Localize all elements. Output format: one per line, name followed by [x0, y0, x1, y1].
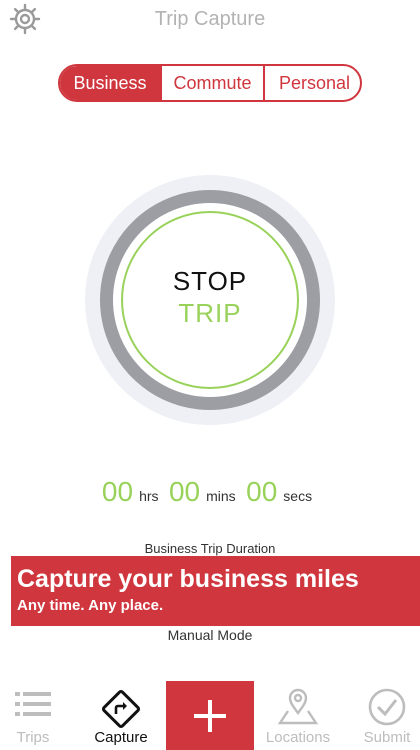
trip-type-segmented-control: Business Commute Personal — [58, 64, 362, 102]
segment-personal[interactable]: Personal — [263, 66, 360, 100]
duration-label: Business Trip Duration — [144, 541, 276, 556]
stop-label: STOP — [172, 266, 248, 296]
stop-trip-button[interactable]: STOP TRIP — [121, 211, 299, 389]
tab-submit[interactable]: Submit — [354, 681, 420, 750]
manual-mode-link[interactable]: Manual Mode — [0, 627, 420, 643]
map-pin-icon — [277, 688, 319, 725]
navigation-diamond-icon — [101, 689, 141, 729]
add-trip-button[interactable] — [166, 681, 254, 750]
trip-timer: 00 hrs 00 mins 00 secs — [0, 476, 420, 508]
tab-submit-label: Submit — [363, 729, 411, 746]
tab-trips-label: Trips — [16, 729, 50, 746]
tab-capture-label: Capture — [94, 729, 148, 746]
trip-label: TRIP — [178, 298, 242, 328]
minutes-unit: mins — [206, 488, 236, 504]
hours-unit: hrs — [139, 488, 159, 504]
tab-locations-label: Locations — [265, 729, 331, 746]
segment-commute[interactable]: Commute — [160, 66, 263, 100]
list-icon — [15, 692, 51, 716]
hours-value: 00 — [101, 476, 134, 507]
banner-subtitle: Any time. Any place. — [17, 597, 164, 614]
tab-capture[interactable]: Capture — [82, 681, 160, 750]
banner-title: Capture your business miles — [17, 565, 359, 593]
seconds-value: 00 — [246, 476, 278, 507]
checkmark-circle-icon — [368, 688, 406, 726]
seconds-unit: secs — [283, 488, 313, 504]
plus-icon — [194, 700, 226, 732]
minutes-value: 00 — [168, 476, 201, 507]
page-title: Trip Capture — [154, 8, 266, 30]
segment-business[interactable]: Business — [60, 66, 160, 100]
tab-bar: Trips Capture Locations Submit — [0, 681, 420, 750]
tab-trips[interactable]: Trips — [0, 681, 66, 750]
tab-locations[interactable]: Locations — [258, 681, 338, 750]
promo-banner[interactable]: Capture your business miles Any time. An… — [11, 556, 420, 626]
